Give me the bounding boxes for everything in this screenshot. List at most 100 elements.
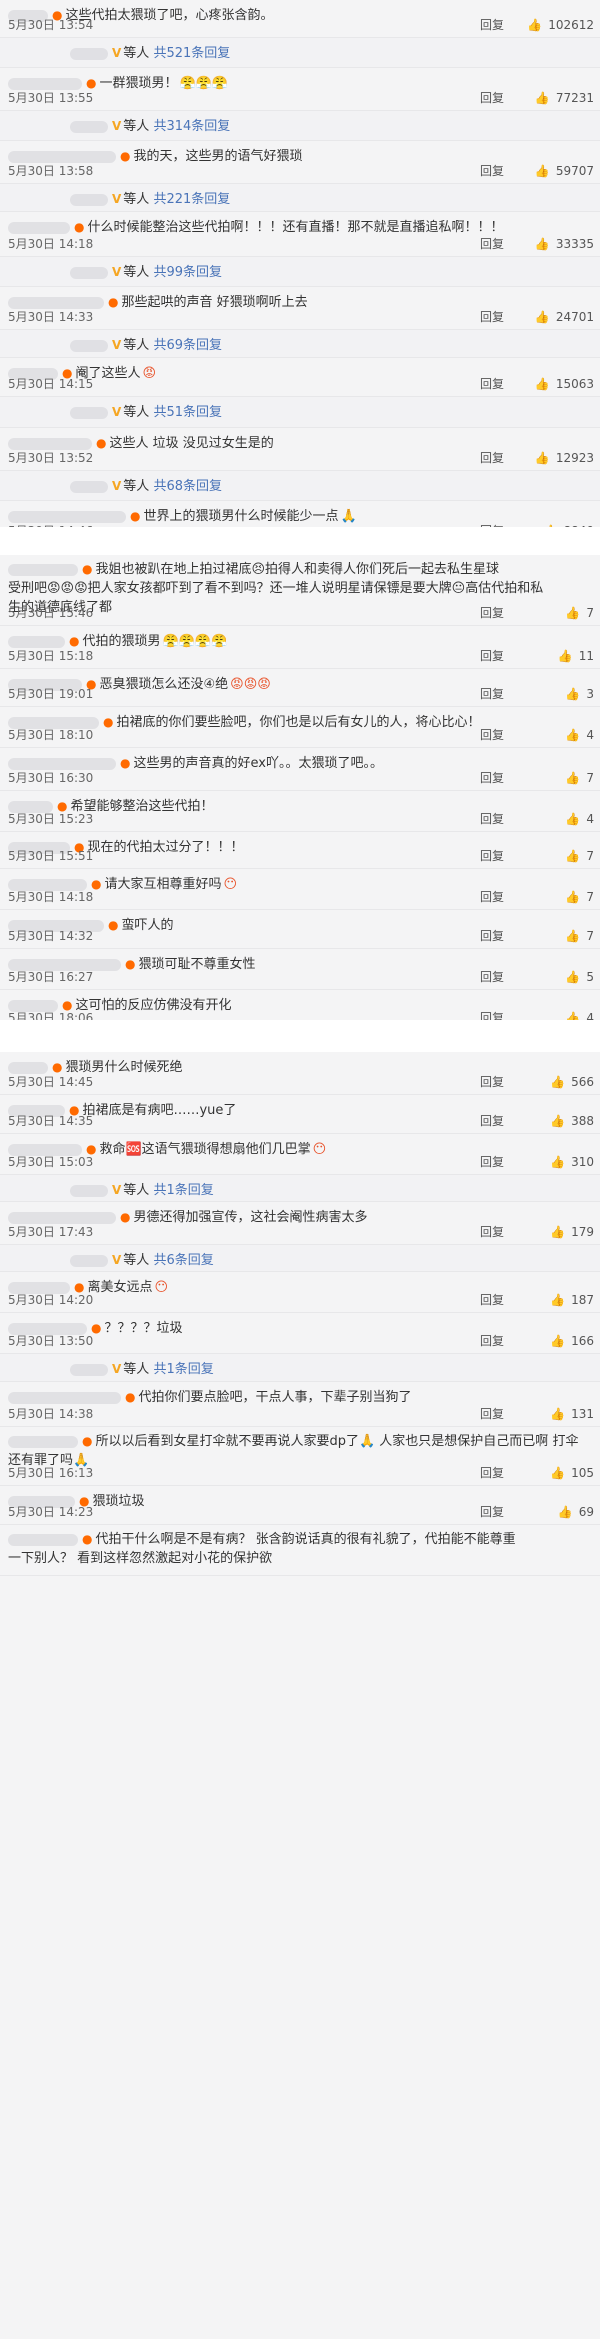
reply-count-link[interactable]: 共314条回复 bbox=[153, 119, 230, 134]
reply-button[interactable]: 回复 bbox=[480, 163, 504, 179]
like-button[interactable]: 👍 7 bbox=[565, 889, 594, 905]
reply-button[interactable]: 回复 bbox=[480, 605, 504, 621]
like-button[interactable]: 👍 12923 bbox=[535, 450, 594, 466]
reply-button[interactable]: 回复 bbox=[480, 450, 504, 466]
like-button[interactable]: 👍 187 bbox=[550, 1292, 594, 1308]
username[interactable] bbox=[8, 77, 82, 90]
reply-button[interactable]: 回复 bbox=[480, 770, 504, 786]
username[interactable] bbox=[8, 1061, 48, 1074]
like-button[interactable]: 👍 7 bbox=[565, 848, 594, 864]
reply-button[interactable]: 回复 bbox=[480, 1074, 504, 1090]
username[interactable] bbox=[8, 1211, 116, 1224]
like-button[interactable]: 👍 4 bbox=[565, 1010, 594, 1020]
reply-button[interactable]: 回复 bbox=[480, 1504, 504, 1520]
reply-count-row[interactable]: V 等人 共221条回复 bbox=[0, 184, 600, 212]
reply-count-link[interactable]: 共51条回复 bbox=[153, 405, 222, 420]
reply-button[interactable]: 回复 bbox=[480, 1113, 504, 1129]
reply-button[interactable]: 回复 bbox=[480, 1333, 504, 1349]
like-button[interactable]: 👍 4 bbox=[565, 727, 594, 743]
like-button[interactable]: 👍 310 bbox=[550, 1154, 594, 1170]
like-button[interactable]: 👍 8840 bbox=[543, 523, 595, 527]
username[interactable] bbox=[8, 296, 104, 309]
reply-button[interactable]: 回复 bbox=[480, 523, 504, 527]
like-button[interactable]: 👍 3 bbox=[565, 686, 594, 702]
reply-count-row[interactable]: V 等人 共521条回复 bbox=[0, 38, 600, 68]
like-button[interactable]: 👍 105 bbox=[550, 1465, 594, 1481]
reply-count-link[interactable]: 共221条回复 bbox=[153, 192, 230, 207]
reply-button[interactable]: 回复 bbox=[480, 969, 504, 985]
reply-button[interactable]: 回复 bbox=[480, 309, 504, 325]
username[interactable] bbox=[8, 221, 70, 234]
like-button[interactable]: 👍 166 bbox=[550, 1333, 594, 1349]
reply-count-link[interactable]: 共99条回复 bbox=[153, 265, 222, 280]
like-button[interactable]: 👍 15063 bbox=[535, 376, 594, 392]
reply-button[interactable]: 回复 bbox=[480, 17, 504, 33]
reply-count-row[interactable]: V 等人 共51条回复 bbox=[0, 397, 600, 428]
reply-button[interactable]: 回复 bbox=[480, 236, 504, 252]
username[interactable] bbox=[8, 757, 116, 770]
username[interactable] bbox=[8, 635, 65, 648]
username[interactable] bbox=[8, 150, 116, 163]
reply-button[interactable]: 回复 bbox=[480, 1224, 504, 1240]
like-button[interactable]: 👍 7 bbox=[565, 770, 594, 786]
like-button[interactable]: 👍 566 bbox=[550, 1074, 594, 1090]
vip-icon: V bbox=[112, 338, 122, 352]
like-button[interactable]: 👍 388 bbox=[550, 1113, 594, 1129]
reply-button[interactable]: 回复 bbox=[480, 1154, 504, 1170]
username[interactable] bbox=[8, 437, 92, 450]
like-button[interactable]: 👍 179 bbox=[550, 1224, 594, 1240]
like-button[interactable]: 👍 131 bbox=[550, 1406, 594, 1422]
like-button[interactable]: 👍 7 bbox=[565, 605, 594, 621]
reply-button[interactable]: 回复 bbox=[480, 727, 504, 743]
like-button[interactable]: 👍 5 bbox=[565, 969, 594, 985]
like-count: 566 bbox=[571, 1075, 594, 1089]
like-button[interactable]: 👍 4 bbox=[565, 811, 594, 827]
like-button[interactable]: 👍 77231 bbox=[535, 90, 594, 106]
comment-text: 一群猥琐男！ bbox=[99, 76, 178, 91]
like-button[interactable]: 👍 59707 bbox=[535, 163, 594, 179]
timestamp: 5月30日 19:01 bbox=[8, 687, 94, 701]
username[interactable] bbox=[8, 563, 78, 576]
like-button[interactable]: 👍 33335 bbox=[535, 236, 594, 252]
reply-count-row[interactable]: V 等人 共1条回复 bbox=[0, 1354, 600, 1382]
username[interactable] bbox=[8, 510, 126, 523]
username[interactable] bbox=[8, 1435, 78, 1448]
like-button[interactable]: 👍 102612 bbox=[527, 17, 594, 33]
reply-count-link[interactable]: 共521条回复 bbox=[153, 46, 230, 61]
like-button[interactable]: 👍 11 bbox=[558, 648, 594, 664]
reply-count-link[interactable]: 共68条回复 bbox=[153, 479, 222, 494]
like-count: 33335 bbox=[555, 237, 594, 251]
reply-button[interactable]: 回复 bbox=[480, 889, 504, 905]
reply-button[interactable]: 回复 bbox=[480, 376, 504, 392]
reply-count-link[interactable]: 共69条回复 bbox=[153, 338, 222, 353]
reply-count-row[interactable]: V 等人 共99条回复 bbox=[0, 257, 600, 287]
username[interactable] bbox=[8, 1391, 121, 1404]
reply-count-row[interactable]: V 等人 共1条回复 bbox=[0, 1175, 600, 1202]
reply-button[interactable]: 回复 bbox=[480, 928, 504, 944]
thumbs-up-icon: 👍 bbox=[534, 451, 550, 465]
reply-count-row[interactable]: V 等人 共6条回复 bbox=[0, 1245, 600, 1272]
reply-count-row[interactable]: V 等人 共314条回复 bbox=[0, 111, 600, 141]
reply-button[interactable]: 回复 bbox=[480, 686, 504, 702]
reply-button[interactable]: 回复 bbox=[480, 648, 504, 664]
reply-button[interactable]: 回复 bbox=[480, 1406, 504, 1422]
reply-button[interactable]: 回复 bbox=[480, 811, 504, 827]
reply-count-row[interactable]: V 等人 共69条回复 bbox=[0, 330, 600, 358]
reply-button[interactable]: 回复 bbox=[480, 1010, 504, 1020]
like-button[interactable]: 👍 69 bbox=[558, 1504, 594, 1520]
reply-count-row[interactable]: V 等人 共68条回复 bbox=[0, 471, 600, 501]
reply-count-link[interactable]: 共1条回复 bbox=[153, 1362, 213, 1377]
reply-count-link[interactable]: 共6条回复 bbox=[153, 1253, 213, 1268]
reply-count-link[interactable]: 共1条回复 bbox=[153, 1183, 213, 1198]
avatar-group bbox=[70, 47, 108, 60]
like-button[interactable]: 👍 24701 bbox=[535, 309, 594, 325]
reply-button[interactable]: 回复 bbox=[480, 90, 504, 106]
reply-button[interactable]: 回复 bbox=[480, 1292, 504, 1308]
reply-button[interactable]: 回复 bbox=[480, 848, 504, 864]
thumbs-up-icon: 👍 bbox=[534, 91, 550, 105]
reply-button[interactable]: 回复 bbox=[480, 1465, 504, 1481]
timestamp: 5月30日 16:27 bbox=[8, 970, 94, 984]
comment-meta: 5月30日 16:13 回复 👍 105 bbox=[8, 1465, 594, 1481]
username[interactable] bbox=[8, 1533, 78, 1546]
like-button[interactable]: 👍 7 bbox=[565, 928, 594, 944]
